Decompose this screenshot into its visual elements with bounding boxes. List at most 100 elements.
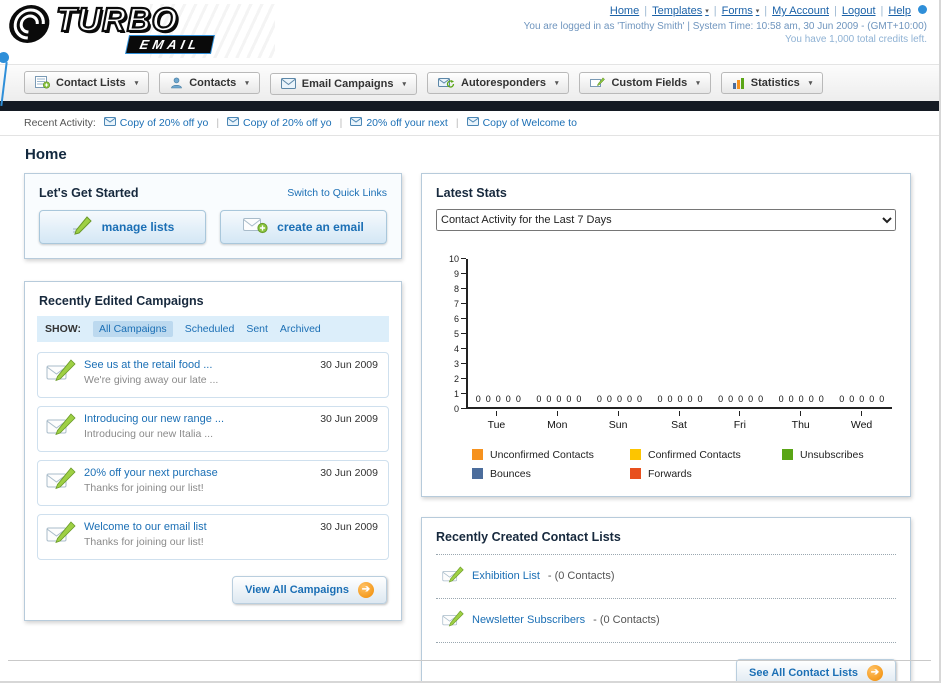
y-axis-tick: 4 [454,344,466,354]
top-nav-logout[interactable]: Logout [842,5,876,17]
bar-value-label: 0 [879,393,885,404]
envelope-pencil-icon [46,466,76,496]
contact-list-row[interactable]: Newsletter Subscribers - (0 Contacts) [436,603,896,638]
email-campaigns-icon [280,78,296,89]
tab-contacts[interactable]: Contacts ▾ [159,72,260,94]
create-email-button[interactable]: create an email [220,209,387,244]
legend-swatch [782,449,793,460]
campaign-filter-scheduled[interactable]: Scheduled [185,323,235,335]
bar-value-label: 0 [808,393,814,404]
top-nav-my-account[interactable]: My Account [772,5,829,17]
x-axis-label: Sun [588,410,649,431]
contacts-icon [170,77,183,89]
x-axis-label: Thu [770,410,831,431]
tab-contact-lists[interactable]: Contact Lists ▾ [24,71,150,94]
campaign-subtitle: Introducing our new Italia ... [84,427,213,440]
bar-value-label: 0 [546,393,552,404]
view-all-campaigns-label: View All Campaigns [245,583,349,596]
y-axis-tick: 7 [454,299,466,309]
stats-period-select[interactable]: Contact Activity for the Last 7 Days [436,208,896,231]
manage-lists-button[interactable]: manage lists [39,209,206,244]
tab-statistics[interactable]: Statistics ▾ [720,72,824,94]
chart-value-labels: 00000000000000000000000000000000000 [468,394,892,404]
bar-value-label: 0 [748,393,754,404]
autoresponders-icon [438,77,455,89]
bar-value-label: 0 [606,393,612,404]
bar-value-label: 0 [596,393,602,404]
bar-value-label: 0 [859,393,865,404]
dotted-divider [436,597,896,599]
campaign-date: 30 Jun 2009 [320,358,378,371]
bar-value-label: 0 [576,393,582,404]
bar-value-label: 0 [475,393,481,404]
contact-list-link[interactable]: Newsletter Subscribers [472,614,585,626]
campaign-filter-archived[interactable]: Archived [280,323,321,335]
campaign-row[interactable]: 20% off your next purchase Thanks for joi… [37,459,389,506]
campaign-text: Welcome to our email list Thanks for join… [84,521,207,548]
y-axis-tick: 6 [454,314,466,324]
page: TURBO EMAIL Home | Templates ▾ | Forms ▾ | My Ac… [0,0,941,683]
contact-lists-footer: See All Contact Lists ➔ [436,647,896,681]
show-label: SHOW: [45,322,81,335]
bar-value-group: 00000 [529,394,590,404]
contact-list-link[interactable]: Exhibition List [472,570,540,582]
bar-value-label: 0 [718,393,724,404]
top-nav-templates[interactable]: Templates ▾ [652,5,709,17]
top-nav-home[interactable]: Home [610,5,639,17]
chevron-down-icon: ▾ [134,79,139,87]
recent-activity-link[interactable]: Copy of 20% off yo [243,117,332,129]
see-all-contact-lists-button[interactable]: See All Contact Lists ➔ [735,658,896,681]
campaign-title-link[interactable]: 20% off your next purchase [84,467,218,479]
view-all-campaigns-button[interactable]: View All Campaigns ➔ [232,575,387,604]
latest-stats-title: Latest Stats [436,185,507,200]
contact-lists-title: Recently Created Contact Lists [436,529,621,544]
tab-custom-fields[interactable]: Custom Fields ▾ [579,72,711,94]
custom-fields-icon [590,77,606,89]
campaigns-panel: Recently Edited Campaigns SHOW: All Camp… [24,280,402,621]
recent-activity-link[interactable]: Copy of 20% off yo [120,117,209,129]
campaign-row[interactable]: Welcome to our email list Thanks for join… [37,513,389,560]
legend-swatch [630,468,641,479]
bar-value-label: 0 [778,393,784,404]
get-started-panel: Let's Get Started Switch to Quick Links … [24,172,402,259]
tab-email-campaigns[interactable]: Email Campaigns ▾ [269,72,417,95]
chart-legend: Unconfirmed Contacts Confirmed Contacts Un… [472,449,896,480]
bar-value-label: 0 [697,393,703,404]
login-info: You are logged in as 'Timothy Smith' | S… [523,21,927,32]
top-nav-forms[interactable]: Forms ▾ [722,5,760,17]
contact-lists-list: Exhibition List - (0 Contacts) Newsletter … [436,553,896,643]
switch-quick-links-link[interactable]: Switch to Quick Links [287,187,387,199]
bar-value-label: 0 [566,393,572,404]
recent-activity-label: Recent Activity: [24,116,96,129]
logo-email-text: EMAIL [126,36,215,53]
envelope-pencil-icon [46,520,76,550]
campaign-title-link[interactable]: See us at the retail food ... [84,359,218,371]
envelope-pencil-icon [442,609,464,631]
top-nav-help[interactable]: Help [888,5,911,17]
envelope-plus-icon [243,216,268,237]
legend-item: Forwards [630,468,782,480]
logo-swirl-icon [6,3,57,50]
campaign-filter-sent[interactable]: Sent [246,323,268,335]
recent-activity-bar: Recent Activity: Copy of 20% off yo | Copy… [0,111,939,136]
bar-value-group: 00000 [831,394,892,404]
campaign-text: See us at the retail food ... We're givin… [84,359,218,386]
contact-list-row[interactable]: Exhibition List - (0 Contacts) [436,559,896,594]
envelope-icon [350,116,363,129]
tab-autoresponders[interactable]: Autoresponders ▾ [427,72,570,94]
bar-value-label: 0 [788,393,794,404]
campaign-title-link[interactable]: Welcome to our email list [84,521,207,533]
bar-value-label: 0 [505,393,511,404]
recent-activity-link[interactable]: Copy of Welcome to [483,117,577,129]
bar-value-label: 0 [798,393,804,404]
campaign-row[interactable]: See us at the retail food ... We're givin… [37,351,389,398]
campaign-filter-tabs: All Campaigns Scheduled Sent Archived [92,320,321,337]
recent-activity-link[interactable]: 20% off your next [366,117,448,129]
statistics-icon [732,77,745,89]
campaign-title-link[interactable]: Introducing our new range ... [84,413,224,425]
left-column: Let's Get Started Switch to Quick Links … [24,172,402,682]
campaign-filter-all-campaigns[interactable]: All Campaigns [92,320,173,337]
bar-value-label: 0 [677,393,683,404]
chart-plot-area: 00000000000000000000000000000000000 [466,258,892,409]
campaign-row[interactable]: Introducing our new range ... Introducing… [37,405,389,452]
